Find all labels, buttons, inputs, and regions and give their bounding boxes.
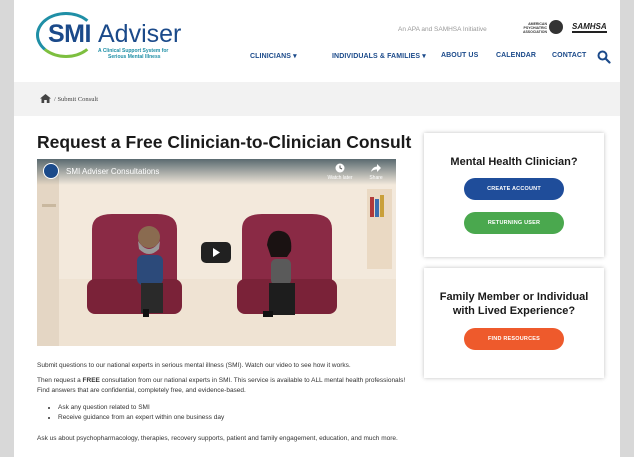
- samhsa-logo[interactable]: SAMHSA: [572, 22, 607, 33]
- breadcrumb-separator: /: [54, 96, 56, 103]
- apa-logo-text: AMERICAN PSYCHIATRIC ASSOCIATION: [522, 22, 547, 34]
- page: SMI Adviser A Clinical Support System fo…: [14, 0, 620, 457]
- returning-user-button[interactable]: RETURNING USER: [464, 212, 564, 234]
- site-header: SMI Adviser A Clinical Support System fo…: [14, 0, 620, 74]
- channel-avatar[interactable]: [43, 163, 59, 179]
- clock-icon: [335, 163, 345, 173]
- find-resources-button[interactable]: FIND RESOURCES: [464, 328, 564, 350]
- nav-calendar[interactable]: CALENDAR: [496, 52, 536, 59]
- breadcrumb-current: / Submit Consult: [54, 96, 99, 103]
- apa-emblem-icon: [549, 20, 563, 34]
- free-emphasis: FREE: [82, 377, 100, 384]
- video-player[interactable]: SMI Adviser Consultations Watch later Sh…: [37, 159, 396, 346]
- home-icon[interactable]: [40, 94, 51, 103]
- benefits-list: Ask any question related to SMI Receive …: [48, 403, 224, 423]
- page-title: Request a Free Clinician-to-Clinician Co…: [37, 132, 412, 152]
- list-item: Receive guidance from an expert within o…: [58, 413, 224, 423]
- nav-individuals-families[interactable]: INDIVIDUALS & FAMILIES ▾: [332, 52, 426, 60]
- family-card-title: Family Member or Individual with Lived E…: [439, 291, 589, 317]
- main-nav: CLINICIANS ▾ INDIVIDUALS & FAMILIES ▾ AB…: [14, 52, 620, 66]
- create-account-button[interactable]: CREATE ACCOUNT: [464, 178, 564, 200]
- chevron-down-icon: ▾: [293, 53, 297, 60]
- list-item: Ask any question related to SMI: [58, 403, 224, 413]
- logo-adviser-text: Adviser: [98, 20, 182, 48]
- initiative-text: An APA and SAMHSA Initiative: [398, 26, 487, 33]
- clinician-card: Mental Health Clinician? CREATE ACCOUNT …: [424, 133, 604, 257]
- free-consult-paragraph: Then request a FREE consultation from ou…: [37, 377, 406, 394]
- intro-paragraph: Submit questions to our national experts…: [37, 362, 351, 369]
- chevron-down-icon: ▾: [422, 53, 426, 60]
- nav-about-us[interactable]: ABOUT US: [441, 52, 478, 59]
- search-icon[interactable]: [597, 50, 611, 64]
- play-button[interactable]: [201, 242, 231, 263]
- family-card: Family Member or Individual with Lived E…: [424, 268, 604, 378]
- share-button[interactable]: Share: [363, 163, 389, 181]
- video-title[interactable]: SMI Adviser Consultations: [66, 167, 159, 176]
- watch-later-button[interactable]: Watch later: [327, 163, 353, 181]
- nav-clinicians[interactable]: CLINICIANS ▾: [250, 52, 297, 60]
- topics-paragraph: Ask us about psychopharmacology, therapi…: [37, 435, 398, 442]
- share-arrow-icon: [371, 164, 381, 172]
- play-icon: [213, 248, 220, 257]
- breadcrumb: / Submit Consult: [14, 82, 620, 116]
- clinician-card-title: Mental Health Clinician?: [450, 156, 578, 168]
- apa-logo[interactable]: AMERICAN PSYCHIATRIC ASSOCIATION: [519, 20, 565, 36]
- nav-contact[interactable]: CONTACT: [552, 52, 586, 59]
- logo-smi-text: SMI: [48, 20, 91, 48]
